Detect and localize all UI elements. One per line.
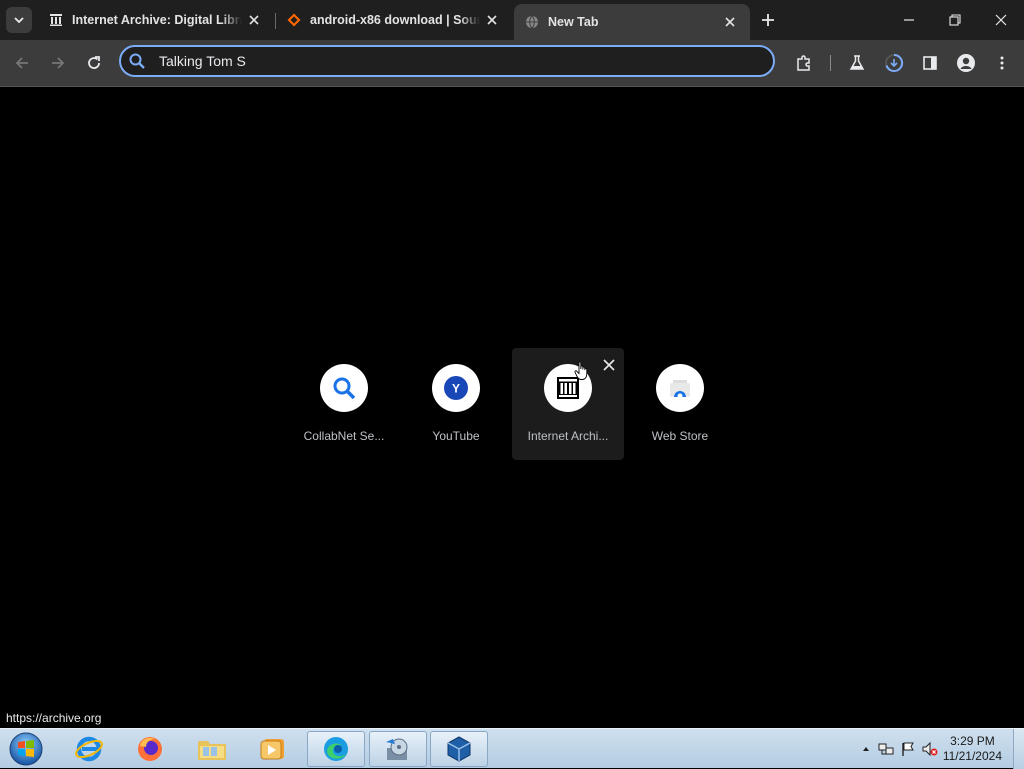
tab-new-tab[interactable]: New Tab xyxy=(514,4,750,40)
back-button[interactable] xyxy=(10,51,34,75)
download-button[interactable] xyxy=(882,51,906,75)
address-input[interactable] xyxy=(157,52,741,70)
media-player-icon xyxy=(260,739,284,760)
labs-button[interactable] xyxy=(845,51,869,75)
shortcut-label: CollabNet Se... xyxy=(303,429,385,443)
close-tab-icon[interactable] xyxy=(246,12,262,28)
shortcut-icon-circle xyxy=(320,364,368,412)
internet-explorer-icon xyxy=(75,736,103,762)
tab-title: New Tab xyxy=(548,15,599,29)
shortcut-label: Internet Archi... xyxy=(527,429,609,443)
side-panel-button[interactable] xyxy=(918,51,942,75)
profile-button[interactable] xyxy=(954,51,978,75)
minimize-icon xyxy=(904,19,914,21)
globe-icon xyxy=(524,14,540,30)
reload-button[interactable] xyxy=(82,51,106,75)
start-button[interactable] xyxy=(6,730,46,768)
hand-cursor-icon xyxy=(574,361,588,380)
arrow-left-icon xyxy=(15,57,28,69)
restore-icon xyxy=(949,14,961,26)
toolbar-divider xyxy=(830,55,831,71)
shortcut-web-store[interactable]: Web Store xyxy=(624,348,736,460)
remove-shortcut-button[interactable] xyxy=(600,356,618,374)
tab-android-x86[interactable]: android-x86 download | SourceForge xyxy=(276,4,510,36)
minimize-button[interactable] xyxy=(886,0,932,40)
taskbar-firefox[interactable] xyxy=(121,731,179,767)
webstore-icon xyxy=(670,380,690,399)
clock-date: 11/21/2024 xyxy=(942,749,1002,763)
reload-icon xyxy=(88,56,100,69)
firefox-icon xyxy=(138,737,162,761)
virtualbox-icon xyxy=(447,736,471,762)
chevron-down-icon xyxy=(14,17,24,24)
address-bar[interactable] xyxy=(119,45,775,77)
taskbar-setup-app[interactable] xyxy=(369,731,427,767)
system-tray: 3:29 PM 11/21/2024 xyxy=(834,729,1024,769)
taskbar-internet-explorer[interactable] xyxy=(60,731,118,767)
shortcut-icon-circle: Y xyxy=(432,364,480,412)
status-bubble: https://archive.org xyxy=(0,708,108,728)
folder-icon xyxy=(198,741,226,760)
clock-time: 3:29 PM xyxy=(950,734,995,748)
taskbar-edge[interactable] xyxy=(307,731,365,767)
puzzle-icon xyxy=(797,55,810,71)
setup-disc-icon xyxy=(386,738,408,760)
search-icon xyxy=(127,51,147,71)
sourceforge-icon xyxy=(286,12,302,28)
show-desktop-button[interactable] xyxy=(1013,729,1024,769)
shortcut-icon-circle xyxy=(656,364,704,412)
taskbar-virtualbox[interactable] xyxy=(430,731,488,767)
shortcut-internet-archive[interactable]: Internet Archi... xyxy=(512,348,624,460)
taskbar-file-explorer[interactable] xyxy=(183,731,241,767)
tab-search-button[interactable] xyxy=(6,7,32,33)
youtube-letter-icon: Y xyxy=(444,376,468,400)
shortcut-label: Web Store xyxy=(651,429,709,443)
windows-taskbar: 3:29 PM 11/21/2024 xyxy=(0,728,1024,769)
tab-title: android-x86 download | SourceForge xyxy=(310,13,480,27)
show-hidden-icons-button[interactable] xyxy=(858,741,874,757)
plus-icon xyxy=(762,14,774,26)
new-tab-button[interactable] xyxy=(758,10,778,30)
flask-icon xyxy=(849,55,865,70)
taskbar-clock[interactable]: 3:29 PM 11/21/2024 xyxy=(943,734,1002,764)
edge-icon xyxy=(324,737,348,761)
close-icon xyxy=(995,14,1007,26)
tab-strip: Internet Archive: Digital Library androi… xyxy=(0,0,1024,40)
extensions-button[interactable] xyxy=(792,51,816,75)
more-vert-icon xyxy=(1000,56,1004,70)
menu-button[interactable] xyxy=(990,51,1014,75)
shortcut-label: YouTube xyxy=(432,429,480,443)
shortcuts-grid: CollabNet Se... Y YouTube Internet Archi… xyxy=(288,348,736,460)
volume-muted-icon[interactable] xyxy=(922,741,938,757)
close-icon xyxy=(603,359,615,371)
arrow-right-icon xyxy=(52,57,65,69)
windows-start-orb-icon xyxy=(9,732,43,766)
chevron-up-icon xyxy=(863,747,869,751)
download-progress-icon xyxy=(885,53,904,72)
forward-button[interactable] xyxy=(46,51,70,75)
taskbar-media-player[interactable] xyxy=(244,731,302,767)
svg-text:Y: Y xyxy=(452,382,460,396)
tab-title: Internet Archive: Digital Library xyxy=(72,13,242,27)
search-icon xyxy=(333,377,356,400)
avatar-icon xyxy=(957,54,975,72)
close-tab-icon[interactable] xyxy=(722,14,738,30)
browser-toolbar xyxy=(0,40,1024,87)
tab-internet-archive[interactable]: Internet Archive: Digital Library xyxy=(38,4,272,36)
close-window-button[interactable] xyxy=(978,0,1024,40)
network-icon[interactable] xyxy=(878,741,894,757)
archive-icon xyxy=(48,12,64,28)
shortcut-youtube[interactable]: Y YouTube xyxy=(400,348,512,460)
side-panel-icon xyxy=(923,56,937,70)
restore-button[interactable] xyxy=(932,0,978,40)
action-center-flag-icon[interactable] xyxy=(900,741,916,757)
shortcut-collabnet[interactable]: CollabNet Se... xyxy=(288,348,400,460)
close-tab-icon[interactable] xyxy=(484,12,500,28)
